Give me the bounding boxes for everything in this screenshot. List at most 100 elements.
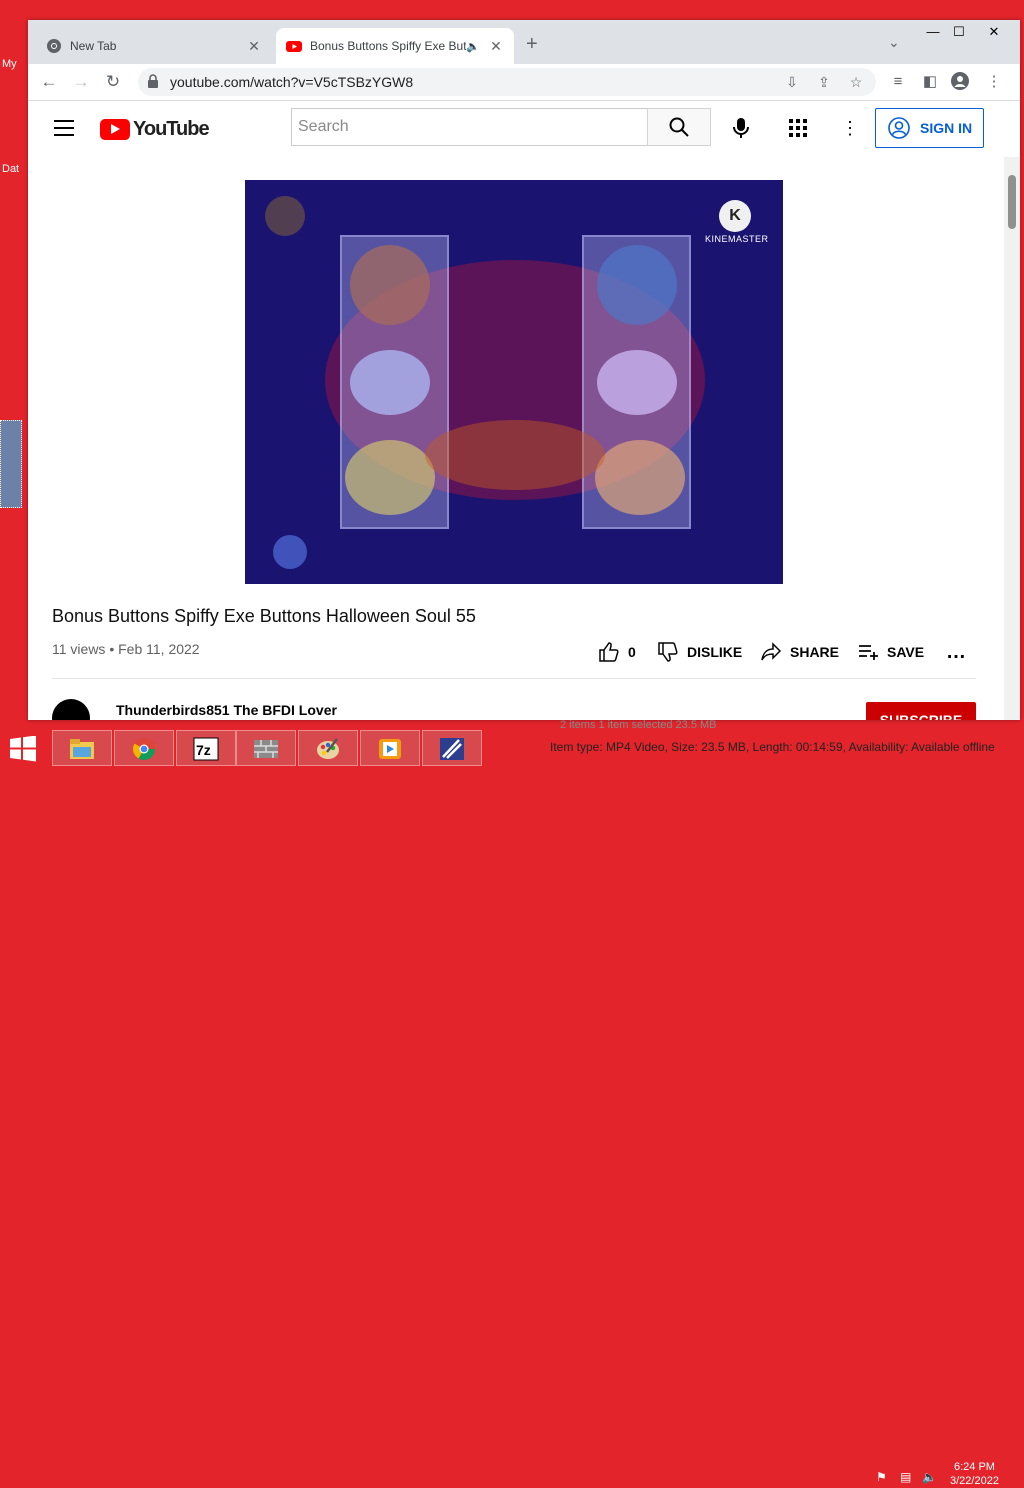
video-frame-shape	[350, 245, 430, 325]
video-frame-shape	[273, 535, 307, 569]
subscribe-button[interactable]: SUBSCRIBE	[866, 702, 976, 720]
chrome-icon	[133, 738, 155, 760]
search-input[interactable]: Search	[291, 108, 647, 146]
reload-icon[interactable]: ↻	[102, 71, 124, 93]
thumbs-up-icon	[599, 642, 619, 662]
taskbar-kinemaster[interactable]	[422, 730, 482, 766]
share-label: SHARE	[790, 644, 840, 660]
windows-start-icon[interactable]	[8, 736, 38, 762]
flag-icon[interactable]: ⚑	[876, 1470, 892, 1484]
7zip-icon: 7z	[193, 737, 219, 761]
taskbar-chrome[interactable]	[114, 730, 174, 766]
search-icon	[669, 117, 689, 137]
save-label: SAVE	[887, 644, 925, 660]
desktop-selected-icon[interactable]	[0, 420, 22, 508]
watermark-text: KINEMASTER	[705, 234, 769, 244]
youtube-wordmark: YouTube	[133, 118, 210, 140]
save-button[interactable]: SAVE	[857, 641, 924, 663]
chrome-icon	[47, 39, 61, 53]
network-icon[interactable]: ▤	[900, 1470, 916, 1484]
chevron-down-icon[interactable]: ⌄	[888, 34, 900, 51]
channel-avatar[interactable]	[52, 699, 90, 720]
file-explorer-icon	[70, 739, 94, 759]
youtube-icon	[286, 41, 302, 52]
like-count: 0	[628, 644, 636, 660]
speaker-icon[interactable]: 🔈	[466, 40, 480, 53]
video-frame-shape	[597, 245, 677, 325]
tab-new-tab[interactable]: New Tab ✕	[36, 28, 272, 64]
apps-grid-icon[interactable]	[788, 118, 808, 138]
voice-search-button[interactable]	[723, 110, 759, 146]
media-control-icon[interactable]: ≡	[888, 72, 908, 92]
browser-toolbar: ← → ↻ youtube.com/watch?v=V5cTSBzYGW8 ⇩ …	[28, 64, 1020, 101]
back-arrow-icon[interactable]: ←	[38, 71, 60, 93]
hamburger-menu-icon[interactable]	[54, 120, 74, 136]
firewall-icon	[254, 740, 278, 758]
taskbar-paint[interactable]	[298, 730, 358, 766]
profile-icon[interactable]	[950, 72, 970, 92]
lock-icon	[148, 74, 158, 88]
tab-title: Bonus Buttons Spiffy Exe Buttons Hallowe…	[310, 39, 467, 53]
new-tab-button[interactable]: +	[526, 34, 538, 54]
thumbs-down-icon	[658, 642, 678, 662]
forward-arrow-icon[interactable]: →	[70, 71, 92, 93]
share-arrow-icon	[761, 642, 782, 661]
page-scrollbar[interactable]	[1004, 157, 1020, 720]
tab-youtube[interactable]: Bonus Buttons Spiffy Exe Buttons Hallowe…	[276, 28, 514, 64]
dislike-label: DISLIKE	[687, 644, 743, 660]
video-title: Bonus Buttons Spiffy Exe Buttons Hallowe…	[52, 606, 476, 626]
explorer-details-text: Item type: MP4 Video, Size: 23.5 MB, Len…	[550, 740, 995, 754]
scrollbar-thumb[interactable]	[1008, 175, 1016, 229]
desktop-icon-strip: My Dat	[0, 0, 28, 728]
video-meta: 11 views • Feb 11, 2022	[52, 641, 200, 657]
desktop-label: My	[2, 58, 17, 70]
url-text: youtube.com/watch?v=V5cTSBzYGW8	[170, 74, 414, 90]
media-player-icon	[379, 739, 401, 759]
youtube-header: YouTube Search ⋮ SIGN IN	[28, 101, 1004, 157]
clock-time: 6:24 PM	[953, 1461, 995, 1473]
close-icon[interactable]: ✕	[488, 38, 504, 55]
video-frame-shape	[350, 350, 430, 415]
taskbar-media-player[interactable]	[360, 730, 420, 766]
volume-icon[interactable]: 🔈	[922, 1470, 938, 1484]
account-icon	[888, 117, 910, 139]
taskbar-file-explorer[interactable]	[52, 730, 112, 766]
divider	[52, 678, 976, 679]
close-icon[interactable]: ✕	[246, 38, 262, 55]
search-button[interactable]	[647, 108, 711, 146]
like-button[interactable]: 0	[598, 641, 636, 663]
clock-date: 3/22/2022	[950, 1475, 999, 1487]
side-panel-icon[interactable]: ◧	[920, 72, 940, 92]
bookmark-star-icon[interactable]: ☆	[846, 72, 866, 92]
desktop-label: Dat	[2, 163, 20, 175]
youtube-play-icon	[100, 119, 130, 140]
youtube-logo[interactable]: YouTube	[100, 118, 210, 141]
share-button[interactable]: SHARE	[760, 641, 839, 663]
share-icon[interactable]: ⇪	[814, 72, 834, 92]
video-frame-shape	[595, 440, 685, 515]
taskbar-firewall[interactable]	[236, 730, 296, 766]
tab-title: New Tab	[70, 39, 117, 53]
svg-text:7z: 7z	[196, 742, 211, 758]
more-actions-icon[interactable]: …	[946, 641, 966, 664]
system-clock[interactable]: 6:24 PM 3/22/2022	[950, 1460, 999, 1488]
chrome-window: New Tab ✕ Bonus Buttons Spiffy Exe Butto…	[28, 20, 1020, 720]
kinemaster-watermark: K KINEMASTER	[705, 200, 769, 244]
settings-menu-icon[interactable]: ⋮	[841, 117, 859, 139]
playlist-add-icon	[859, 645, 878, 660]
menu-dots-icon[interactable]: ⋮	[984, 72, 1004, 92]
install-icon[interactable]: ⇩	[782, 72, 802, 92]
microphone-icon	[733, 118, 749, 138]
dislike-button[interactable]: DISLIKE	[657, 641, 742, 663]
maximize-button[interactable]: ☐	[944, 20, 974, 44]
sign-in-button[interactable]: SIGN IN	[875, 108, 984, 148]
kinemaster-logo-icon: K	[719, 200, 751, 232]
paint-icon	[317, 738, 339, 759]
video-player[interactable]: K KINEMASTER	[245, 180, 783, 584]
taskbar-7zip[interactable]: 7z	[176, 730, 236, 766]
close-window-button[interactable]: ✕	[974, 20, 1014, 44]
video-frame-shape	[265, 196, 305, 236]
youtube-page: YouTube Search ⋮ SIGN IN K KINEMASTER Bo…	[28, 101, 1020, 720]
address-bar[interactable]: youtube.com/watch?v=V5cTSBzYGW8 ⇩ ⇪ ☆	[138, 68, 876, 96]
channel-name[interactable]: Thunderbirds851 The BFDI Lover	[116, 702, 337, 718]
